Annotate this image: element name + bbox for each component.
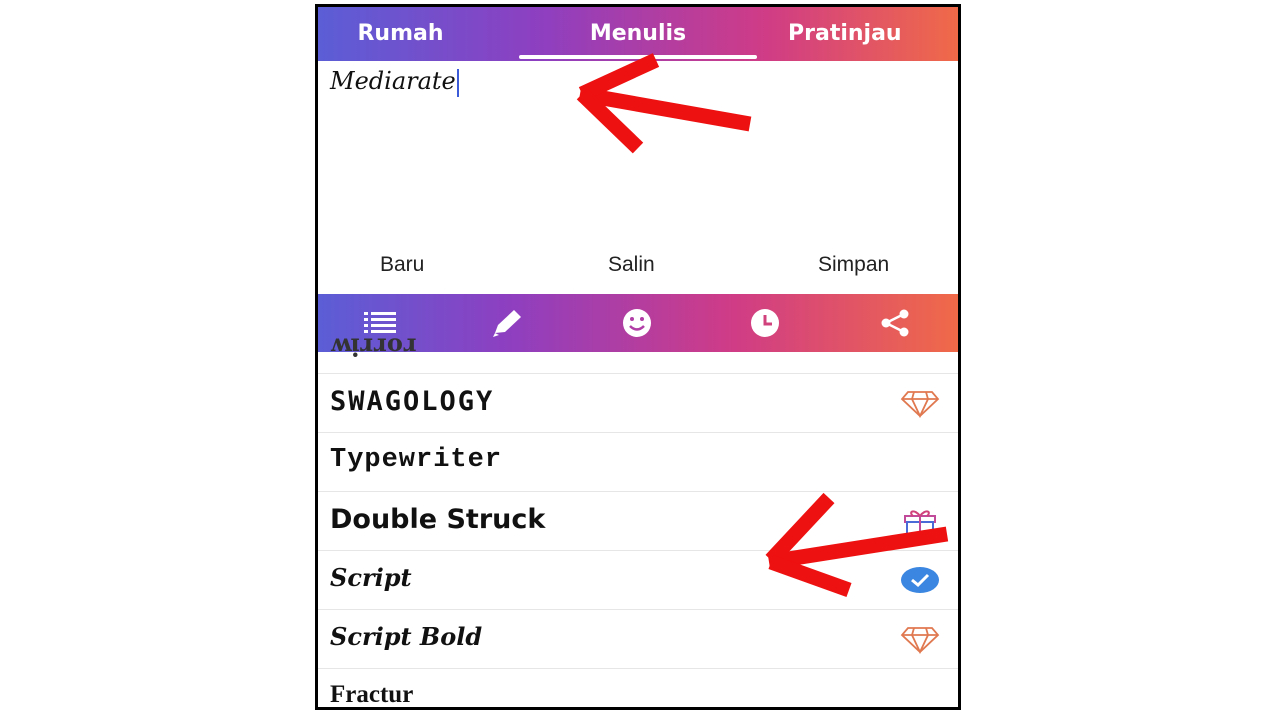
font-name-script-bold: Script Bold bbox=[330, 622, 483, 651]
font-name-double-struck: Double Struck bbox=[330, 504, 546, 535]
copy-button[interactable]: Salin bbox=[608, 253, 655, 277]
font-name-swagology: SWAGOLOGY bbox=[330, 386, 495, 417]
list-item[interactable]: ʍᴉɹɹoɹ bbox=[318, 318, 958, 374]
premium-diamond-icon bbox=[900, 627, 940, 654]
list-item[interactable]: Fractur bbox=[318, 669, 958, 708]
list-item[interactable]: SWAGOLOGY bbox=[318, 374, 958, 433]
font-name-script: Script bbox=[330, 563, 412, 592]
list-item[interactable]: Typewriter bbox=[318, 433, 958, 492]
list-item[interactable]: Script Bold bbox=[318, 610, 958, 669]
annotation-arrow-bottom bbox=[765, 492, 949, 598]
editor-text: Mediarate bbox=[330, 67, 456, 95]
font-name-typewriter: Typewriter bbox=[330, 445, 503, 475]
save-button[interactable]: Simpan bbox=[818, 253, 889, 277]
editor-content: Mediarate bbox=[330, 67, 459, 97]
premium-diamond-icon bbox=[900, 391, 940, 418]
tab-preview[interactable]: Pratinjau bbox=[788, 7, 958, 61]
font-name-fractur: Fractur bbox=[330, 681, 414, 708]
text-caret bbox=[456, 68, 459, 97]
tab-home[interactable]: Rumah bbox=[318, 7, 483, 61]
action-row: Baru Salin Simpan bbox=[318, 243, 958, 289]
annotation-arrow-top bbox=[576, 53, 752, 154]
new-button[interactable]: Baru bbox=[380, 253, 424, 277]
font-name-partial: ʍᴉɹɹoɹ bbox=[330, 328, 417, 357]
